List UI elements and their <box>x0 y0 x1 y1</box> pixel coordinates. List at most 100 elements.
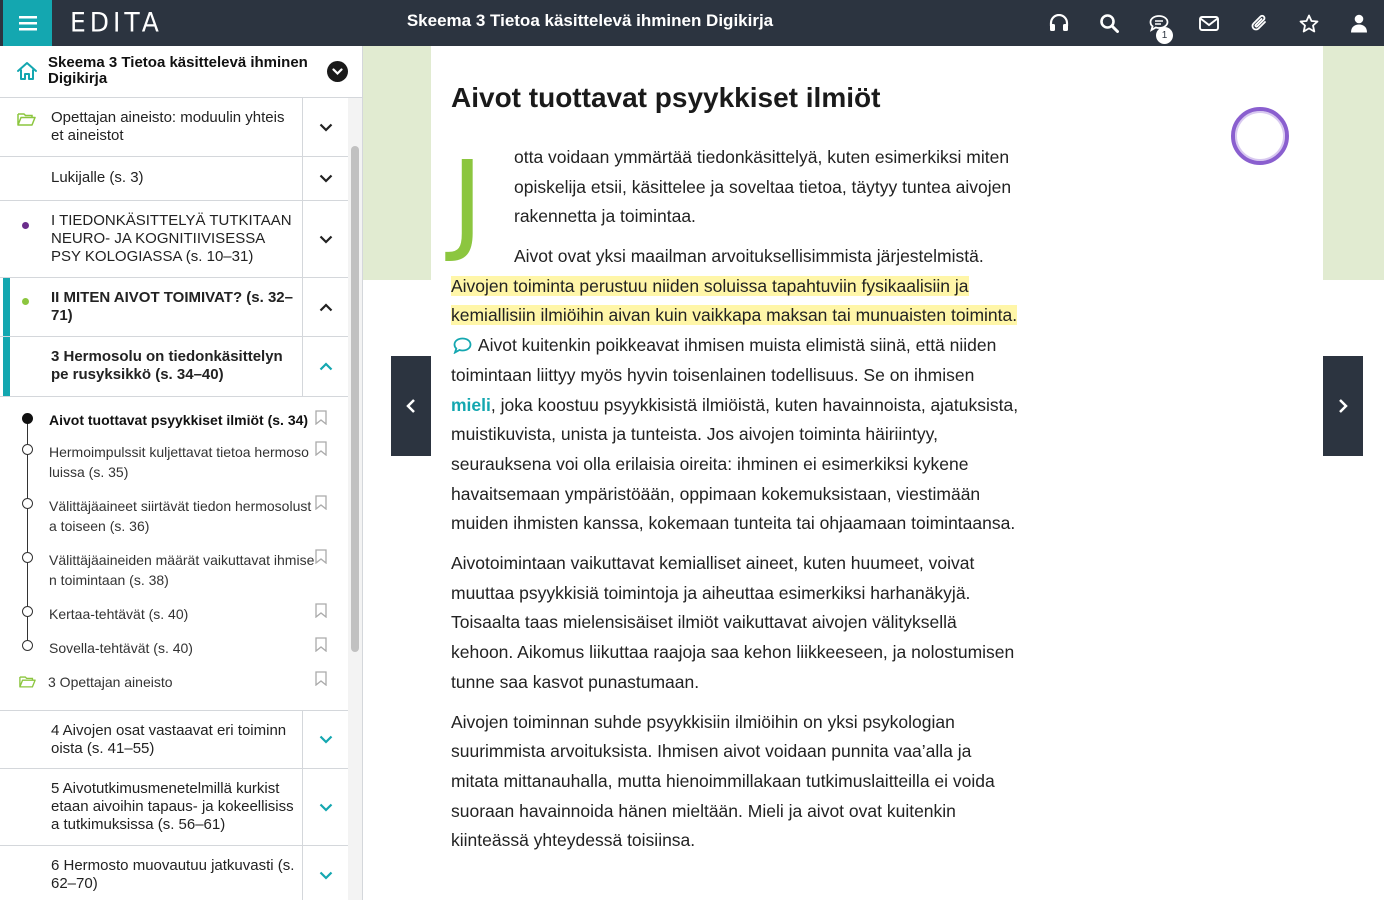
highlighted-text[interactable]: Aivojen toiminta perustuu niiden soluiss… <box>451 275 1018 326</box>
toc-subitem-aivot[interactable]: Aivot tuottavat psyykkiset ilmiöt (s. 34… <box>0 397 348 437</box>
page-dot-icon <box>22 444 33 455</box>
star-icon[interactable] <box>1284 0 1334 46</box>
page-dot-icon <box>22 606 33 617</box>
book-menu-toggle[interactable] <box>327 61 348 82</box>
drop-cap: J <box>451 137 484 265</box>
toc-item-teacher-material[interactable]: Opettajan aineisto: moduulin yhteis et a… <box>0 98 348 157</box>
book-title: Skeema 3 Tietoa käsittelevä ihminen Digi… <box>406 11 774 30</box>
sidebar-scrollbar-thumb[interactable] <box>351 146 359 652</box>
toc-subitem-maarat[interactable]: Välittäjäaineiden määrät vaikuttavat ihm… <box>0 545 348 599</box>
top-bar: EDITA Skeema 3 Tietoa käsittelevä ihmine… <box>0 0 1384 46</box>
toc-item-section-1[interactable]: I TIEDONKÄSITTELYÄ TUTKITAAN NEURO- JA K… <box>0 201 348 278</box>
chevron-left-icon <box>406 399 415 413</box>
toc-item-label: 6 Hermosto muovautuu jatkuvasti (s. 62–7… <box>51 857 295 892</box>
toc-item-label: 5 Aivotutkimusmenetelmillä kurkist etaan… <box>51 780 294 833</box>
toc-item-label: I TIEDONKÄSITTELYÄ TUTKITAAN NEURO- JA K… <box>51 212 292 265</box>
user-icon[interactable] <box>1334 0 1384 46</box>
toc-item-label: II MITEN AIVOT TOIMIVAT? (s. 32–71) <box>51 289 293 324</box>
toc-subitem-label: Aivot tuottavat psyykkiset ilmiöt (s. 34… <box>49 412 309 428</box>
page-dot-icon <box>22 552 33 563</box>
hamburger-icon <box>18 15 37 30</box>
bookmark-icon[interactable] <box>315 637 327 652</box>
toc-expand-toggle[interactable] <box>302 846 348 900</box>
green-dot-icon <box>22 298 29 305</box>
page-heading: Aivot tuottavat psyykkiset ilmiöt <box>451 82 881 113</box>
chevron-down-icon <box>319 803 332 812</box>
chevron-up-icon <box>319 302 332 311</box>
paragraph: Aivotoimintaan vaikuttavat kemialliset a… <box>451 553 1015 692</box>
current-page-dot-icon <box>22 413 33 424</box>
progress-circle-button[interactable] <box>1231 107 1289 165</box>
mail-icon[interactable] <box>1184 0 1234 46</box>
toc-item-chapter-5[interactable]: 5 Aivotutkimusmenetelmillä kurkist etaan… <box>0 769 348 846</box>
toc-subitem-label: Välittäjäaineiden määrät vaikuttavat ihm… <box>49 552 315 588</box>
toc-item-label: 4 Aivojen osat vastaavat eri toiminn ois… <box>51 722 287 757</box>
edita-logo[interactable]: EDITA <box>70 6 163 40</box>
text-span: Aivot kuitenkin poikkeavat ihmisen muist… <box>451 335 997 385</box>
comment-bubble-icon[interactable] <box>453 337 472 355</box>
folder-icon <box>17 113 36 126</box>
toc-subitem-label: Hermoimpulssit kuljettavat tietoa hermos… <box>49 444 309 480</box>
chevron-down-icon <box>319 871 332 880</box>
chevron-right-icon <box>1339 399 1348 413</box>
toc-item-chapter-6[interactable]: 6 Hermosto muovautuu jatkuvasti (s. 62–7… <box>0 846 348 900</box>
bookmark-icon[interactable] <box>315 495 327 510</box>
toc-subitem-label: Välittäjäaineet siirtävät tiedon hermoso… <box>49 498 312 534</box>
toc-subitem-label: Sovella-tehtävät (s. 40) <box>49 640 193 656</box>
bookmark-icon[interactable] <box>315 549 327 564</box>
toc-subitem-opettajan-aineisto[interactable]: 3 Opettajan aineisto <box>0 667 348 701</box>
active-accent-bar <box>3 278 10 336</box>
paperclip-icon[interactable] <box>1234 0 1284 46</box>
home-icon[interactable] <box>16 61 38 81</box>
toc-item-chapter-4[interactable]: 4 Aivojen osat vastaavat eri toiminn ois… <box>0 710 348 769</box>
toc-item-label: Lukijalle (s. 3) <box>51 169 144 186</box>
chevron-up-icon <box>319 362 332 371</box>
comments-button[interactable]: 1 <box>1134 0 1184 46</box>
bookmark-icon[interactable] <box>315 671 327 686</box>
chevron-down-icon <box>319 735 332 744</box>
paragraph-intro: otta voidaan ymmärtää tiedonkäsittelyä, … <box>514 147 1012 227</box>
glossary-term-link[interactable]: mieli <box>451 395 491 415</box>
toc-item-lukijalle[interactable]: Lukijalle (s. 3) <box>0 157 348 201</box>
toc-subitem-label: Kertaa-tehtävät (s. 40) <box>49 606 189 622</box>
toc-subitem-sovella[interactable]: Sovella-tehtävät (s. 40) <box>0 633 348 667</box>
sidebar-book-title: Skeema 3 Tietoa käsittelevä ihminen Digi… <box>48 54 308 87</box>
toc-subitem-kertaa[interactable]: Kertaa-tehtävät (s. 40) <box>0 599 348 633</box>
toc-expand-toggle[interactable] <box>302 711 348 768</box>
search-icon[interactable] <box>1084 0 1134 46</box>
toc-item-section-2[interactable]: II MITEN AIVOT TOIMIVAT? (s. 32–71) <box>0 278 348 337</box>
bookmark-icon[interactable] <box>315 441 327 456</box>
bookmark-icon[interactable] <box>315 410 327 425</box>
toc-item-label: 3 Hermosolu on tiedonkäsittelyn pe rusyk… <box>51 348 283 383</box>
toc-expand-toggle[interactable] <box>302 157 348 200</box>
toc-expand-toggle[interactable] <box>302 98 348 156</box>
toc-item-chapter-3[interactable]: 3 Hermosolu on tiedonkäsittelyn pe rusyk… <box>0 337 348 397</box>
chevron-down-icon <box>319 235 332 244</box>
sidebar-header: Skeema 3 Tietoa käsittelevä ihminen Digi… <box>0 46 362 98</box>
toc-collapse-toggle[interactable] <box>302 278 348 336</box>
active-accent-bar <box>3 337 10 396</box>
chevron-down-icon <box>332 67 343 75</box>
comment-count-badge: 1 <box>1156 27 1173 44</box>
chevron-down-icon <box>319 174 332 183</box>
toc-expand-toggle[interactable] <box>302 201 348 277</box>
headphones-icon[interactable] <box>1034 0 1084 46</box>
previous-page-button[interactable] <box>391 356 431 456</box>
text-span: , joka koostuu psyykkisistä ilmiöistä, k… <box>451 394 1019 534</box>
toc-sidebar: Skeema 3 Tietoa käsittelevä ihminen Digi… <box>0 46 363 900</box>
next-page-button[interactable] <box>1323 356 1363 456</box>
toc-expand-toggle[interactable] <box>302 769 348 845</box>
text-span: Aivot ovat yksi maailman arvoituksellisi… <box>514 246 984 266</box>
toc-subitem-hermoimpulssit[interactable]: Hermoimpulssit kuljettavat tietoa hermos… <box>0 437 348 491</box>
page-dot-icon <box>22 640 33 651</box>
toc-subitem-valittajaaineet[interactable]: Välittäjäaineet siirtävät tiedon hermoso… <box>0 491 348 545</box>
toc-item-label: Opettajan aineisto: moduulin yhteis et a… <box>51 109 285 144</box>
page-content: Aivot tuottavat psyykkiset ilmiöt J otta… <box>431 46 1323 900</box>
folder-icon <box>19 676 36 688</box>
menu-button[interactable] <box>3 0 52 46</box>
page-margin-decoration <box>363 46 431 280</box>
purple-dot-icon <box>22 222 29 229</box>
bookmark-icon[interactable] <box>315 603 327 618</box>
toc-collapse-toggle[interactable] <box>302 337 348 396</box>
paragraph-body: Aivot ovat yksi maailman arvoituksellisi… <box>451 242 1021 866</box>
